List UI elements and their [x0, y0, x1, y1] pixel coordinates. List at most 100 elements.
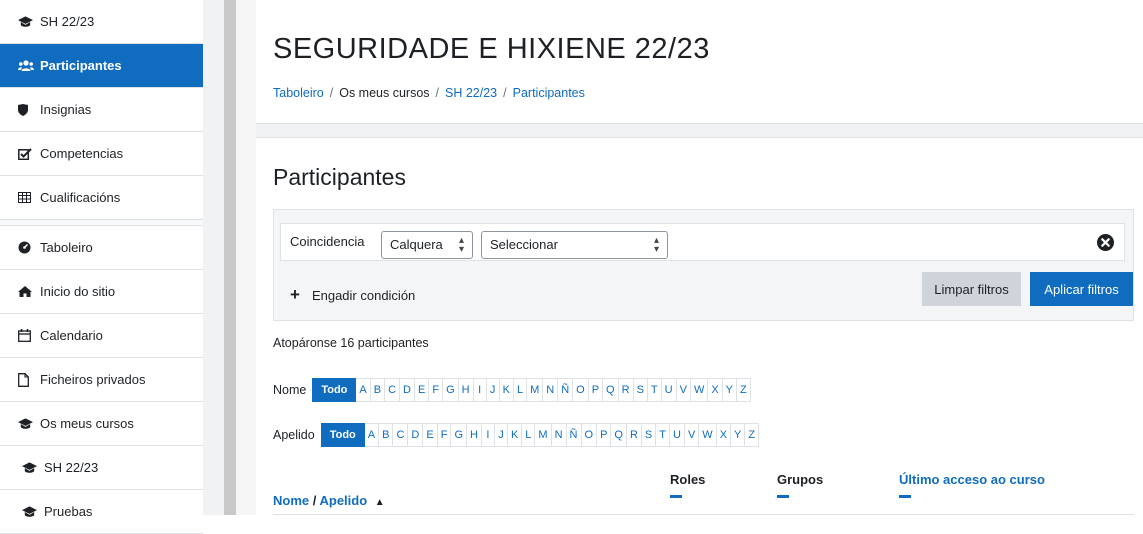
firstname-initial-w[interactable]: W	[690, 378, 709, 402]
sidebar-item-calendar[interactable]: Calendario	[0, 314, 203, 358]
lastname-initial-t[interactable]: T	[656, 423, 670, 447]
lastname-initial-m[interactable]: M	[535, 423, 552, 447]
lastname-initial-k[interactable]: K	[507, 423, 523, 447]
users-icon	[18, 59, 40, 72]
firstname-initial-ñ[interactable]: Ñ	[558, 378, 574, 402]
lastname-initial-all[interactable]: Todo	[320, 423, 365, 447]
lastname-initial-x[interactable]: X	[716, 423, 732, 447]
sidebar-item-participants[interactable]: Participantes	[0, 44, 203, 88]
lastname-initial-o[interactable]: O	[581, 423, 598, 447]
file-icon	[18, 372, 40, 387]
firstname-initial-c[interactable]: C	[385, 378, 401, 402]
firstname-initial-a[interactable]: A	[356, 378, 371, 402]
firstname-initial-p[interactable]: P	[588, 378, 604, 402]
lastname-initial-p[interactable]: P	[597, 423, 612, 447]
lastname-initial-j[interactable]: J	[494, 423, 508, 447]
firstname-initial-f[interactable]: F	[429, 378, 444, 402]
firstname-initial-u[interactable]: U	[661, 378, 677, 402]
sort-by-last-access[interactable]: Último acceso ao curso	[899, 472, 1045, 487]
lastname-initial-c[interactable]: C	[393, 423, 409, 447]
lastname-initial-q[interactable]: Q	[611, 423, 627, 447]
breadcrumb-course[interactable]: SH 22/23	[445, 86, 497, 100]
lastname-initial-s[interactable]: S	[641, 423, 657, 447]
sidebar-item-label: Inicio do sitio	[40, 284, 116, 299]
firstname-initial-j[interactable]: J	[486, 378, 500, 402]
filter-type-value: Seleccionar	[490, 237, 558, 252]
lastname-initial-l[interactable]: L	[522, 423, 536, 447]
sidebar-item-course-pruebas[interactable]: Pruebas	[0, 490, 203, 534]
sidebar-item-competencies[interactable]: Competencias	[0, 132, 203, 176]
match-label: Coincidencia	[290, 234, 365, 249]
firstname-initial-b[interactable]: B	[370, 378, 386, 402]
firstname-initial-x[interactable]: X	[708, 378, 723, 402]
sidebar-item-site-home[interactable]: Inicio do sitio	[0, 270, 203, 314]
firstname-initial-t[interactable]: T	[647, 378, 662, 402]
lastname-initial-a[interactable]: A	[364, 423, 380, 447]
firstname-initial-g[interactable]: G	[443, 378, 459, 402]
firstname-initial-r[interactable]: R	[618, 378, 634, 402]
lastname-initial-y[interactable]: Y	[731, 423, 746, 447]
breadcrumb-dashboard[interactable]: Taboleiro	[273, 86, 324, 100]
breadcrumb-my-courses: Os meus cursos	[339, 86, 430, 100]
collapse-roles-icon[interactable]	[670, 495, 682, 498]
sort-by-firstname[interactable]: Nome	[273, 493, 309, 508]
lastname-initial-ñ[interactable]: Ñ	[566, 423, 582, 447]
apply-filters-button[interactable]: Aplicar filtros	[1030, 272, 1133, 306]
firstname-initial-k[interactable]: K	[499, 378, 514, 402]
lastname-initial-z[interactable]: Z	[745, 423, 760, 447]
firstname-initial-v[interactable]: V	[676, 378, 691, 402]
lastname-initial-b[interactable]: B	[379, 423, 394, 447]
filter-type-select[interactable]: Seleccionar ▴ ▾	[481, 231, 668, 259]
firstname-initial-l[interactable]: L	[513, 378, 528, 402]
firstname-initial-q[interactable]: Q	[603, 378, 619, 402]
sidebar-item-private-files[interactable]: Ficheiros privados	[0, 358, 203, 402]
breadcrumb-participants[interactable]: Participantes	[513, 86, 585, 100]
lastname-initial-g[interactable]: G	[451, 423, 467, 447]
sidebar-item-course-sh[interactable]: SH 22/23	[0, 446, 203, 490]
firstname-initial-y[interactable]: Y	[722, 378, 738, 402]
firstname-initial-m[interactable]: M	[527, 378, 544, 402]
checkbox-icon	[18, 147, 40, 160]
lastname-initial-u[interactable]: U	[670, 423, 685, 447]
participants-count: Atopáronse 16 participantes	[273, 336, 429, 350]
collapse-last-access-icon[interactable]	[899, 495, 911, 498]
sort-ascending-icon: ▲	[374, 497, 385, 508]
firstname-initial-z[interactable]: Z	[737, 378, 751, 402]
firstname-initial-i[interactable]: I	[473, 378, 487, 402]
firstname-initial-e[interactable]: E	[415, 378, 430, 402]
match-type-select[interactable]: Calquera ▴ ▾	[381, 231, 473, 259]
sidebar-item-my-courses[interactable]: Os meus cursos	[0, 402, 203, 446]
lastname-initial-r[interactable]: R	[626, 423, 642, 447]
lastname-initial-h[interactable]: H	[467, 423, 482, 447]
sort-by-lastname[interactable]: Apelido	[319, 493, 367, 508]
firstname-initial-o[interactable]: O	[573, 378, 589, 402]
firstname-initial-all[interactable]: Todo	[312, 378, 357, 402]
graduation-cap-icon	[22, 505, 44, 518]
match-type-value: Calquera	[390, 237, 443, 252]
roles-header-label: Roles	[670, 472, 706, 487]
sidebar-item-grades[interactable]: Cualificacións	[0, 176, 203, 220]
clear-filters-button[interactable]: Limpar filtros	[922, 272, 1021, 306]
lastname-initial-i[interactable]: I	[481, 423, 495, 447]
lastname-initial-f[interactable]: F	[437, 423, 452, 447]
sidebar-item-label: Calendario	[40, 328, 103, 343]
firstname-initials-bar: Nome Todo ABCDEFGHIJKLMNÑOPQRSTUVWXYZ	[273, 378, 751, 402]
sidebar-item-dashboard[interactable]: Taboleiro	[0, 226, 203, 270]
lastname-initial-w[interactable]: W	[699, 423, 717, 447]
firstname-initial-d[interactable]: D	[400, 378, 415, 402]
lastname-initial-d[interactable]: D	[408, 423, 424, 447]
lastname-initials-bar: Apelido Todo ABCDEFGHIJKLMNÑOPQRSTUVWXYZ	[273, 423, 760, 447]
firstname-initial-h[interactable]: H	[458, 378, 474, 402]
add-condition-button[interactable]: + Engadir condición	[290, 285, 415, 305]
remove-condition-button[interactable]	[1097, 234, 1114, 254]
sidebar-scrollbar[interactable]	[224, 0, 236, 515]
collapse-groups-icon[interactable]	[777, 495, 789, 498]
sidebar-item-course[interactable]: SH 22/23	[0, 0, 203, 44]
firstname-initial-s[interactable]: S	[633, 378, 648, 402]
lastname-initial-v[interactable]: V	[684, 423, 700, 447]
sidebar-item-label: Taboleiro	[40, 240, 93, 255]
firstname-initial-n[interactable]: N	[543, 378, 559, 402]
lastname-initial-e[interactable]: E	[423, 423, 438, 447]
lastname-initial-n[interactable]: N	[551, 423, 567, 447]
sidebar-item-badges[interactable]: Insignias	[0, 88, 203, 132]
